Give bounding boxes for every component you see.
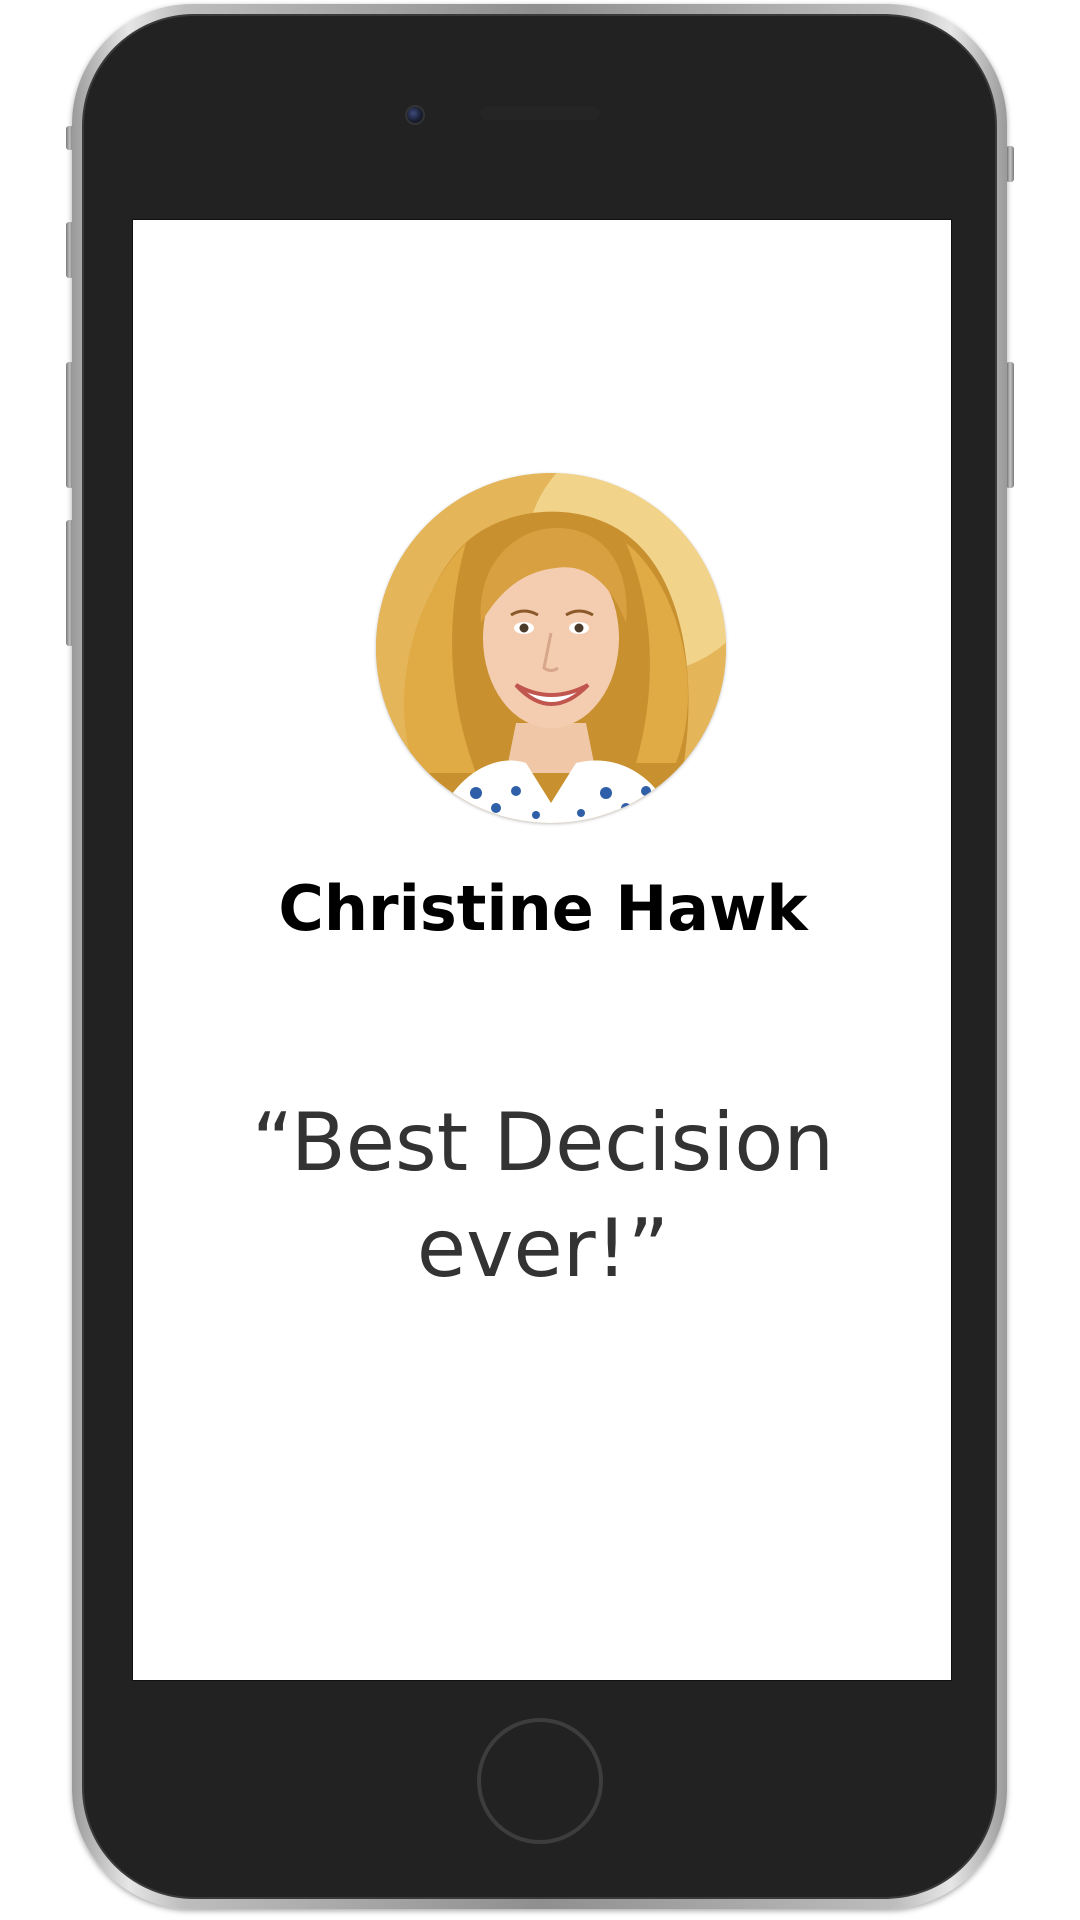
front-camera-icon <box>405 105 425 125</box>
screen: Christine Hawk “Best Decision ever!” <box>132 219 952 1681</box>
testimonial-quote: “Best Decision ever!” <box>251 1096 835 1295</box>
stage: Christine Hawk “Best Decision ever!” <box>0 0 1080 1920</box>
profile-name: Christine Hawk <box>278 872 808 945</box>
home-button[interactable] <box>477 1718 603 1844</box>
avatar-photo-icon <box>376 473 726 823</box>
side-button <box>1006 146 1014 182</box>
earpiece-speaker <box>480 106 600 120</box>
avatar <box>376 473 726 823</box>
power-button <box>1006 362 1014 488</box>
